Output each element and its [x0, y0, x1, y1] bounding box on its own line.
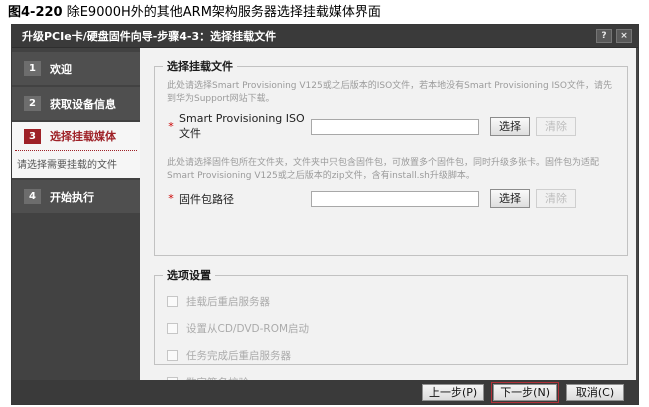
close-icon[interactable]: ×	[616, 29, 632, 43]
iso-clear-button: 清除	[536, 117, 576, 136]
step-number: 4	[24, 189, 41, 204]
required-mark: *	[163, 192, 179, 205]
option-restart-after-mount: 挂载后重启服务器	[167, 294, 621, 309]
wizard-content-panel: 选择挂载文件 此处请选择Smart Provisioning V125或之后版本…	[140, 48, 636, 380]
options-legend: 选项设置	[163, 267, 215, 283]
option-label: 任务完成后重启服务器	[186, 348, 291, 363]
firmware-path-label: 固件包路径	[179, 191, 311, 207]
help-icon[interactable]: ?	[596, 29, 612, 43]
step-sublabel: 请选择需要挂载的文件	[12, 156, 140, 171]
firmware-description: 此处请选择固件包所在文件夹，文件夹中只包含固件包，可放置多个固件包，同时升级多张…	[167, 157, 615, 183]
mount-files-legend: 选择挂载文件	[163, 58, 237, 74]
upgrade-wizard-dialog: 升级PCIe卡/硬盘固件向导-步骤4-3：选择挂载文件 ? × 1 欢迎 2 获…	[12, 25, 638, 404]
checkbox-icon	[167, 296, 178, 307]
iso-description: 此处请选择Smart Provisioning V125或之后版本的ISO文件，…	[167, 80, 615, 106]
firmware-clear-button: 清除	[536, 189, 576, 208]
option-boot-from-cddvd: 设置从CD/DVD-ROM启动	[167, 321, 621, 336]
iso-select-button[interactable]: 选择	[490, 117, 530, 136]
option-label: 设置从CD/DVD-ROM启动	[186, 321, 309, 336]
titlebar-buttons: ? ×	[596, 29, 632, 43]
step-label: 获取设备信息	[50, 96, 116, 112]
iso-file-input[interactable]	[311, 119, 479, 135]
previous-step-button[interactable]: 上一步(P)	[422, 384, 484, 401]
step-number: 2	[24, 96, 41, 111]
firmware-select-button[interactable]: 选择	[490, 189, 530, 208]
step-number: 3	[24, 129, 41, 144]
wizard-footer: 上一步(P) 下一步(N) 取消(C)	[12, 380, 638, 404]
step-item-execute: 4 开始执行	[12, 180, 140, 213]
step-label: 开始执行	[50, 189, 94, 205]
firmware-path-row: * 固件包路径 选择 清除	[163, 189, 621, 208]
cancel-button[interactable]: 取消(C)	[566, 384, 624, 401]
step-label: 欢迎	[50, 61, 72, 77]
option-restart-after-task: 任务完成后重启服务器	[167, 348, 621, 363]
figure-caption: 图4-220 除E9000H外的其他ARM架构服务器选择挂载媒体界面	[8, 1, 381, 20]
step-label: 选择挂载媒体	[50, 128, 116, 144]
firmware-path-input[interactable]	[311, 191, 479, 207]
mount-files-group: 选择挂载文件 此处请选择Smart Provisioning V125或之后版本…	[154, 58, 628, 256]
next-step-button[interactable]: 下一步(N)	[493, 384, 557, 401]
step-item-welcome: 1 欢迎	[12, 52, 140, 85]
iso-file-label: Smart Provisioning ISO文件	[179, 112, 311, 141]
checkbox-icon	[167, 323, 178, 334]
options-group: 选项设置 挂载后重启服务器 设置从CD/DVD-ROM启动 任务完成后重启服务器…	[154, 267, 628, 365]
option-label: 挂载后重启服务器	[186, 294, 270, 309]
figure-number: 图4-220	[8, 5, 63, 20]
wizard-steps-sidebar: 1 欢迎 2 获取设备信息 3 选择挂载媒体 请选择需要挂载的文件 4 开始执行	[12, 48, 140, 404]
figure-title: 除E9000H外的其他ARM架构服务器选择挂载媒体界面	[67, 5, 381, 20]
checkbox-icon	[167, 350, 178, 361]
dialog-titlebar: 升级PCIe卡/硬盘固件向导-步骤4-3：选择挂载文件 ? ×	[12, 25, 638, 48]
step-dotted-divider	[15, 150, 137, 151]
step-number: 1	[24, 61, 41, 76]
step-item-select-media-active: 3 选择挂载媒体 请选择需要挂载的文件	[12, 122, 140, 178]
step-item-device-info: 2 获取设备信息	[12, 87, 140, 120]
dialog-title: 升级PCIe卡/硬盘固件向导-步骤4-3：选择挂载文件	[22, 30, 276, 43]
required-mark: *	[163, 120, 179, 133]
iso-file-row: * Smart Provisioning ISO文件 选择 清除	[163, 112, 621, 141]
